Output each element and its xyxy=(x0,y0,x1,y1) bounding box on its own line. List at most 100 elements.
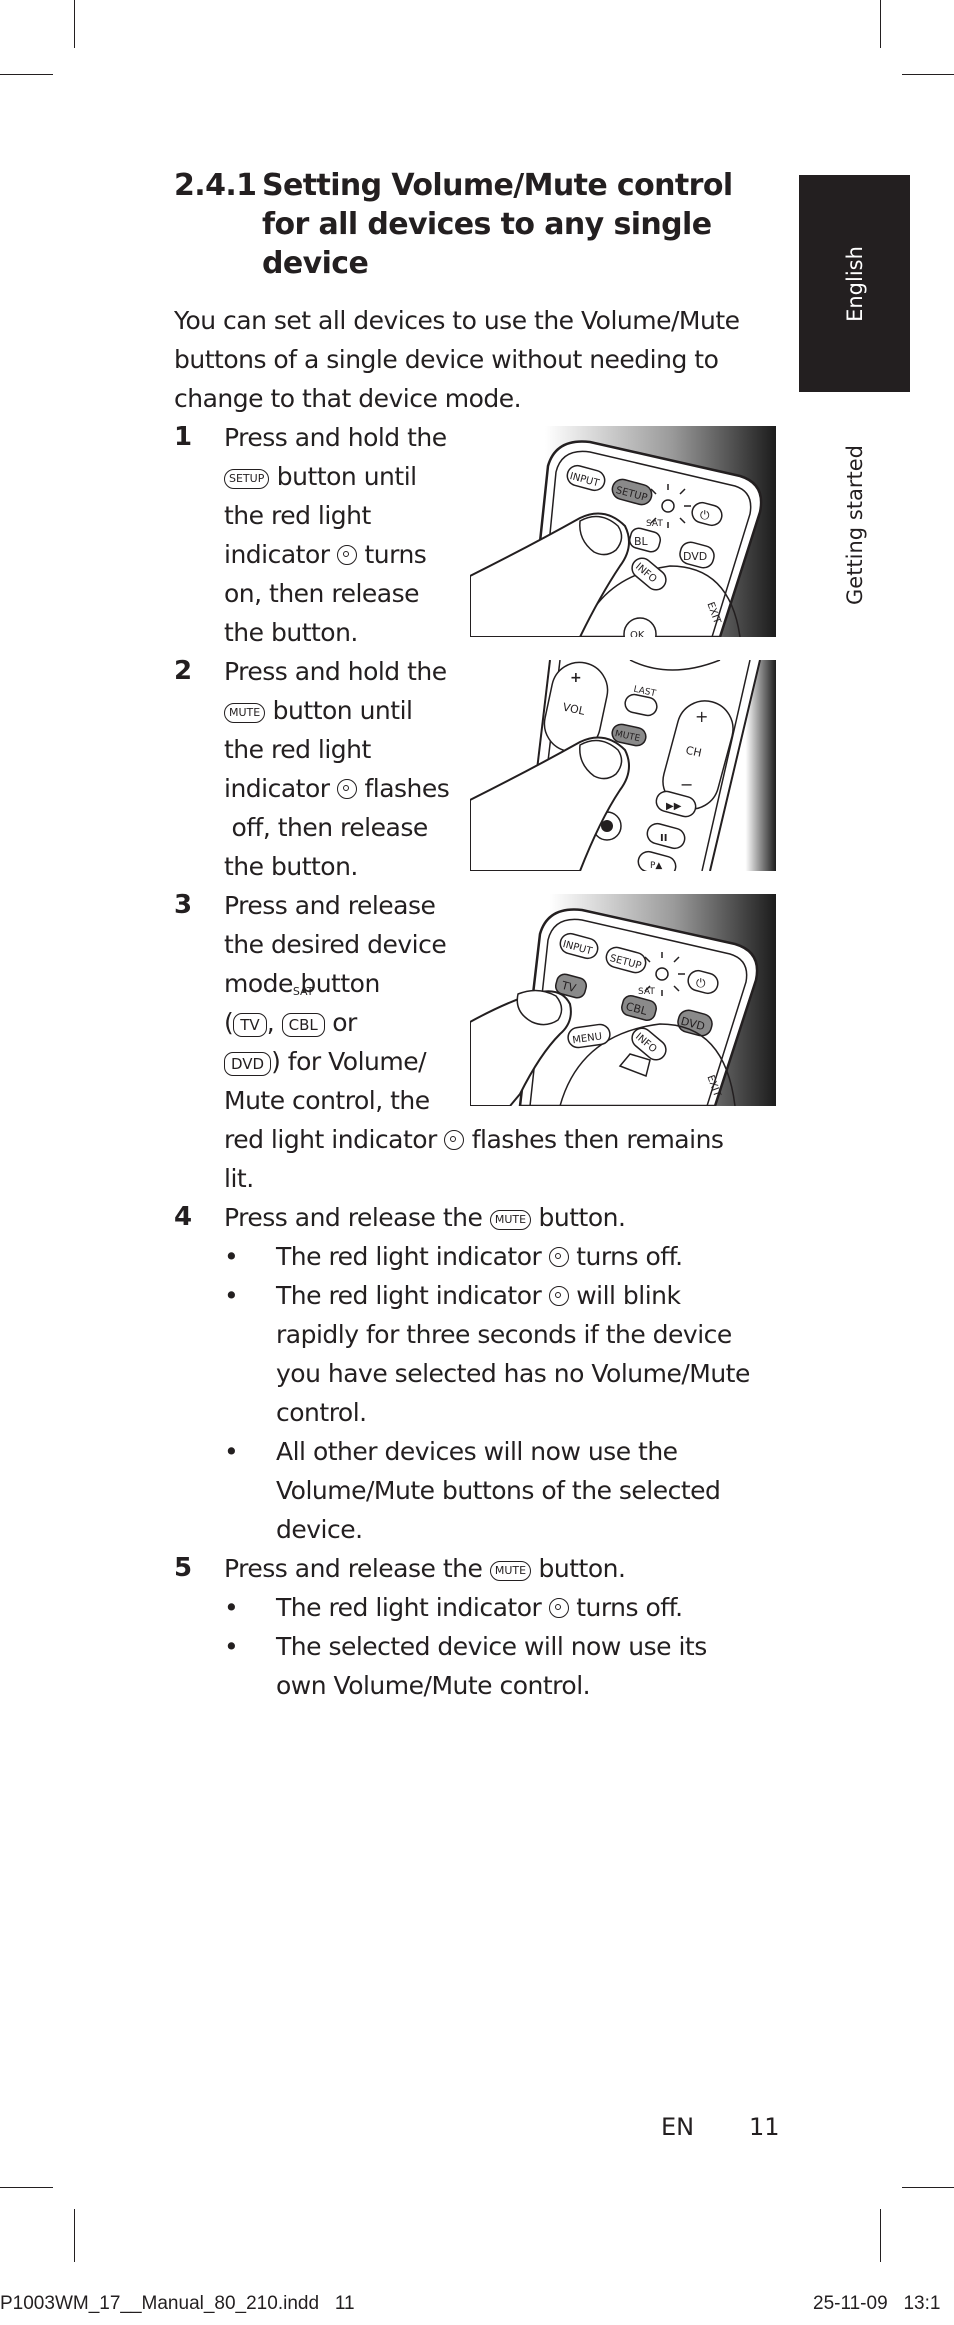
bullet-text: turns off. xyxy=(576,1593,683,1622)
chapter-tab-label: Getting started xyxy=(842,445,867,605)
footer-language-code: EN xyxy=(661,2113,695,2141)
bullet-text: will blink xyxy=(576,1281,681,1310)
crop-mark xyxy=(74,2209,75,2262)
bullet-dot: • xyxy=(224,1593,239,1622)
pause-icon: II xyxy=(660,833,667,844)
step-line: button until xyxy=(272,696,413,725)
sat-label: SAT xyxy=(292,985,314,998)
section-number: 2.4.1 xyxy=(174,168,257,203)
step-line: button until xyxy=(276,462,417,491)
tv-key-icon: TV xyxy=(233,1013,267,1037)
print-slug-date: 25-11-09 13:1 xyxy=(813,2293,941,2314)
bullet-item: • The red light indicator will blink rap… xyxy=(224,1276,764,1432)
step-line: ) for Volume/ xyxy=(271,1047,427,1076)
bullet-text: The red light indicator xyxy=(276,1593,542,1622)
dvd-key-icon: DVD xyxy=(224,1052,272,1076)
step-line: flashes xyxy=(364,774,450,803)
step-number: 2 xyxy=(174,656,192,686)
remote-illustration-device-mode: INPUT SETUP ⏻ TV SAT CBL DVD MENU INFO E… xyxy=(470,894,776,1106)
ok-key-label: OK xyxy=(630,630,645,637)
bullet-text: The red light indicator xyxy=(276,1281,542,1310)
remote-illustration-setup: INPUT SETUP ⏻ SAT BL DVD INFO EXIT OK xyxy=(470,426,776,637)
bullet-text: you have selected has no Volume/Mute xyxy=(276,1359,750,1388)
step-line: Press and release the xyxy=(224,1203,483,1232)
sat-label: SAT xyxy=(646,519,663,529)
print-slug-file: P1003WM_17__Manual_80_210.indd 11 xyxy=(0,2293,355,2314)
bullet-dot: • xyxy=(224,1242,239,1271)
step-number: 5 xyxy=(174,1553,192,1583)
svg-text:+: + xyxy=(570,670,582,686)
bullet-text: device. xyxy=(276,1515,363,1544)
cbl-sat-key: SAT CBL xyxy=(281,986,325,1042)
language-tab: English xyxy=(799,175,910,392)
remote-setup-drawing: INPUT SETUP ⏻ SAT BL DVD INFO EXIT OK xyxy=(470,426,776,637)
bullet-text: All other devices will now use the xyxy=(276,1437,678,1466)
red-light-indicator-icon xyxy=(548,1247,569,1267)
dvd-key-label: DVD xyxy=(683,550,707,563)
bullet-dot: • xyxy=(224,1437,239,1466)
step-line: button. xyxy=(538,1554,626,1583)
intro-paragraph: You can set all devices to use the Volum… xyxy=(174,306,740,413)
section-title: Setting Volume/Mute control for all devi… xyxy=(262,168,733,281)
page-number: 11 xyxy=(749,2113,780,2141)
power-icon: ⏻ xyxy=(696,976,706,990)
remote-mute-drawing: + VOL LAST MUTE + CH − ▶▶ II P▲ xyxy=(470,660,776,871)
step-line: red light indicator xyxy=(224,1125,437,1154)
remote-device-mode-drawing: INPUT SETUP ⏻ TV SAT CBL DVD MENU INFO E… xyxy=(470,894,776,1106)
bullet-dot: • xyxy=(224,1632,239,1661)
bullet-text: own Volume/Mute control. xyxy=(276,1671,591,1700)
chapter-tab: Getting started xyxy=(799,425,910,625)
mute-key-icon: MUTE xyxy=(224,703,266,723)
step-number: 3 xyxy=(174,890,192,920)
fast-forward-icon: ▶▶ xyxy=(666,801,682,812)
remote-illustration-mute: + VOL LAST MUTE + CH − ▶▶ II P▲ xyxy=(470,660,776,871)
red-light-indicator-icon xyxy=(548,1598,569,1618)
red-light-indicator-icon xyxy=(337,545,357,565)
crop-mark xyxy=(902,74,954,75)
bullet-text: turns off. xyxy=(576,1242,683,1271)
bullet-item: • The selected device will now use its o… xyxy=(224,1627,764,1705)
bullet-text: rapidly for three seconds if the device xyxy=(276,1320,732,1349)
step-line: or xyxy=(332,1008,357,1037)
bullet-item: • The red light indicator turns off. xyxy=(224,1237,764,1276)
power-icon: ⏻ xyxy=(700,508,710,522)
step-line: indicator xyxy=(224,540,330,569)
red-light-indicator-icon xyxy=(548,1286,569,1306)
step-number: 1 xyxy=(174,422,192,452)
bullet-text: control. xyxy=(276,1398,367,1427)
crop-mark xyxy=(0,74,53,75)
bullet-item: • The red light indicator turns off. xyxy=(224,1588,764,1627)
red-light-indicator-icon xyxy=(337,779,357,799)
sat-label: SAT xyxy=(638,987,655,997)
cbl-key-label: BL xyxy=(634,535,649,548)
bullet-dot: • xyxy=(224,1281,239,1310)
crop-mark xyxy=(880,2209,881,2262)
language-tab-label: English xyxy=(842,245,867,322)
red-light-indicator-icon xyxy=(444,1130,465,1150)
step-line: flashes then remains xyxy=(471,1125,724,1154)
crop-mark xyxy=(74,0,75,48)
mute-key-icon: MUTE xyxy=(489,1210,532,1230)
setup-key-icon: SETUP xyxy=(224,469,270,489)
step-line: , xyxy=(266,1008,275,1037)
section-heading: 2.4.1 Setting Volume/Mute control for al… xyxy=(174,166,774,283)
step-line: Press and release the xyxy=(224,1554,483,1583)
bullet-text: The red light indicator xyxy=(276,1242,542,1271)
bullet-text: The selected device will now use its xyxy=(276,1632,707,1661)
bullet-text: Volume/Mute buttons of the selected xyxy=(276,1476,721,1505)
step-line: indicator xyxy=(224,774,330,803)
ch-minus-label: − xyxy=(680,775,693,794)
crop-mark xyxy=(880,0,881,48)
bullet-item: • All other devices will now use the Vol… xyxy=(224,1432,764,1549)
p-up-key-label: P▲ xyxy=(650,861,662,871)
step-5-bullets: • The red light indicator turns off. • T… xyxy=(224,1588,764,1705)
step-line: ( xyxy=(224,1008,234,1037)
crop-mark xyxy=(0,2187,53,2188)
step-number: 4 xyxy=(174,1202,192,1232)
cbl-key-icon: CBL xyxy=(281,1013,325,1037)
ch-plus-label: + xyxy=(695,707,708,726)
step-line: button. xyxy=(538,1203,626,1232)
step-line: lit. xyxy=(224,1164,254,1193)
crop-mark xyxy=(902,2187,954,2188)
step-line: turns xyxy=(364,540,427,569)
